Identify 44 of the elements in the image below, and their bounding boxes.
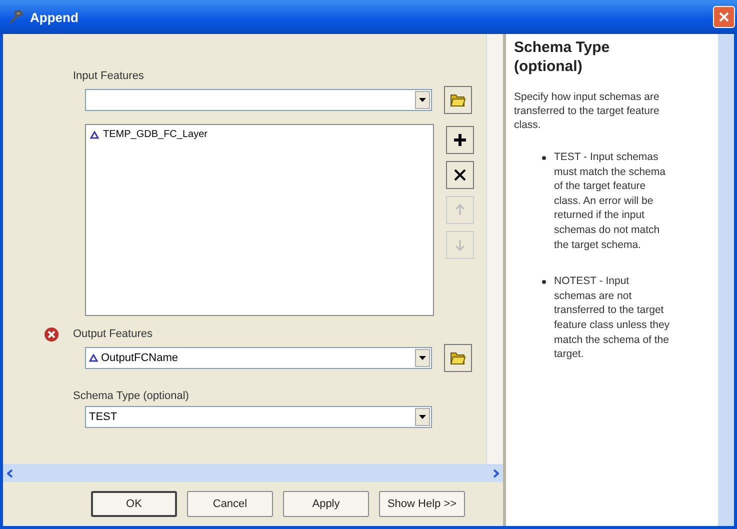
close-button[interactable] <box>713 6 735 28</box>
help-text: Specify how input schemas are transferred to the target feature class. <box>514 90 660 132</box>
open-folder-button[interactable] <box>444 86 472 114</box>
remove-button[interactable] <box>446 161 474 189</box>
field-label: Input Features <box>73 70 144 82</box>
list-item[interactable]: TEMP_GDB_FC_Layer <box>90 129 429 140</box>
up-arrow-icon <box>455 204 465 216</box>
triangle-icon <box>90 130 99 138</box>
help-bullet-text: TEST - Input schemas must match the schema of the target feature class. An error will be returned if the input schemas do not match the target schema. <box>554 150 666 252</box>
dialog-button[interactable]: Cancel <box>187 491 273 517</box>
hammer-icon <box>8 9 24 25</box>
folder-icon <box>450 351 466 365</box>
dialog-button[interactable]: OK <box>91 491 177 517</box>
bullet-icon <box>542 156 546 160</box>
bullet-icon <box>542 280 546 284</box>
triangle-icon <box>89 354 98 362</box>
x-icon <box>454 169 466 181</box>
caret-icon <box>419 98 426 102</box>
folder-icon <box>450 93 466 107</box>
window-title: Append <box>30 10 78 24</box>
scroll-left-icon[interactable] <box>7 468 13 478</box>
horizontal-scrollbar[interactable] <box>3 464 503 482</box>
dropdown-button[interactable] <box>415 408 430 426</box>
help-bullet-text: NOTEST - Input schemas are not transferred to the target feature class unless they match the schema of the target. <box>554 274 671 362</box>
add-button[interactable] <box>446 126 474 154</box>
help-scrollbar[interactable] <box>718 34 734 526</box>
schema-type-dropdown[interactable]: TEST <box>85 406 432 428</box>
vertical-scrollbar[interactable] <box>486 34 503 464</box>
caret-icon <box>419 356 426 360</box>
down-arrow-icon <box>455 239 465 251</box>
plus-icon <box>453 133 467 147</box>
open-folder-button[interactable] <box>444 344 472 372</box>
field-label: Output Features <box>73 328 152 340</box>
help-title: Schema Type (optional) <box>514 38 611 76</box>
caret-icon <box>419 415 426 419</box>
close-icon <box>718 11 730 23</box>
field-label: Schema Type (optional) <box>73 390 189 402</box>
dialog-button[interactable]: Show Help >> <box>379 491 465 517</box>
dropdown-button[interactable] <box>415 91 430 109</box>
output-features-dropdown[interactable]: OutputFCName <box>85 347 432 369</box>
input-features-dropdown[interactable] <box>85 89 432 111</box>
dropdown-button[interactable] <box>415 349 430 367</box>
dialog-button[interactable]: Apply <box>283 491 369 517</box>
scroll-right-icon[interactable] <box>493 468 499 478</box>
